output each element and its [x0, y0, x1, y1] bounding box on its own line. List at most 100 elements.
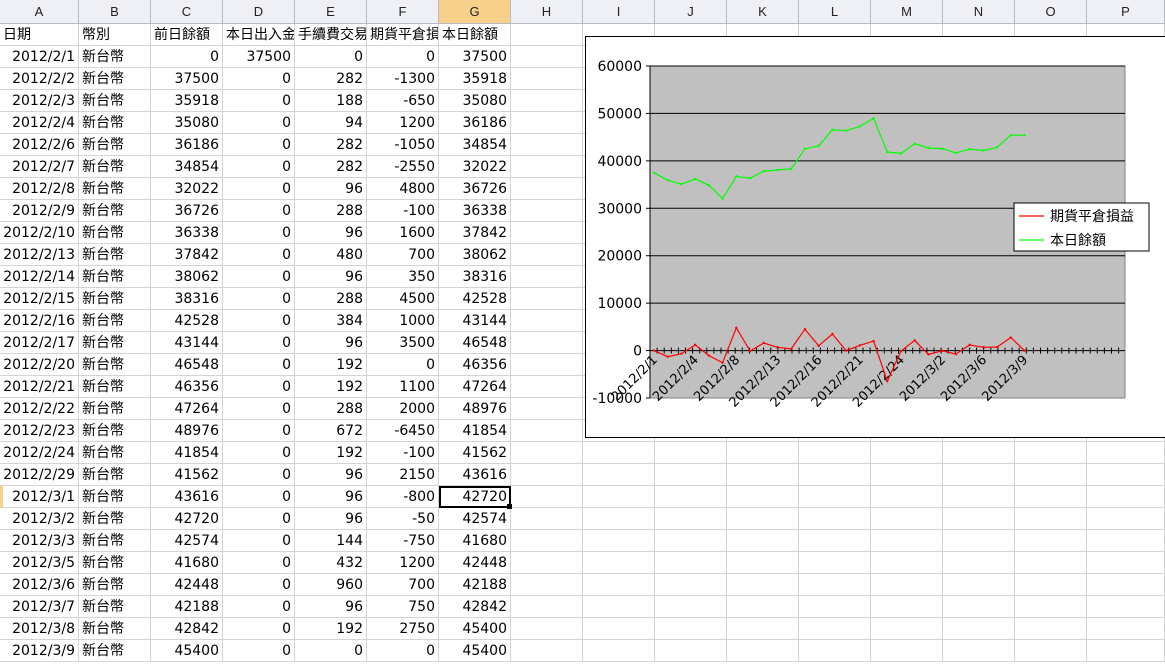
- date-cell[interactable]: 2012/2/17: [0, 332, 79, 354]
- column-header-b[interactable]: B: [79, 0, 151, 24]
- value-cell[interactable]: 0: [223, 530, 295, 552]
- empty-cell[interactable]: [727, 530, 799, 552]
- value-cell[interactable]: 1600: [367, 222, 439, 244]
- currency-cell[interactable]: 新台幣: [79, 398, 151, 420]
- currency-cell[interactable]: 新台幣: [79, 332, 151, 354]
- value-cell[interactable]: 0: [223, 354, 295, 376]
- currency-cell[interactable]: 新台幣: [79, 530, 151, 552]
- column-header-d[interactable]: D: [223, 0, 295, 24]
- currency-cell[interactable]: 新台幣: [79, 288, 151, 310]
- empty-cell[interactable]: [511, 596, 583, 618]
- value-cell[interactable]: 0: [223, 332, 295, 354]
- currency-cell[interactable]: 新台幣: [79, 266, 151, 288]
- value-cell[interactable]: 0: [223, 464, 295, 486]
- empty-cell[interactable]: [583, 486, 655, 508]
- date-cell[interactable]: 2012/2/1: [0, 46, 79, 68]
- value-cell[interactable]: 42448: [151, 574, 223, 596]
- date-cell[interactable]: 2012/2/16: [0, 310, 79, 332]
- value-cell[interactable]: 432: [295, 552, 367, 574]
- date-cell[interactable]: 2012/2/10: [0, 222, 79, 244]
- empty-cell[interactable]: [511, 288, 583, 310]
- currency-cell[interactable]: 新台幣: [79, 354, 151, 376]
- value-cell[interactable]: -1050: [367, 134, 439, 156]
- value-cell[interactable]: 36726: [439, 178, 511, 200]
- empty-cell[interactable]: [871, 596, 943, 618]
- empty-cell[interactable]: [1015, 596, 1087, 618]
- empty-cell[interactable]: [511, 310, 583, 332]
- empty-cell[interactable]: [511, 398, 583, 420]
- empty-cell[interactable]: [727, 596, 799, 618]
- value-cell[interactable]: 42188: [151, 596, 223, 618]
- value-cell[interactable]: 34854: [151, 156, 223, 178]
- currency-cell[interactable]: 新台幣: [79, 420, 151, 442]
- header-cell-c[interactable]: 前日餘額: [151, 24, 223, 46]
- empty-cell[interactable]: [943, 640, 1015, 662]
- empty-cell[interactable]: [943, 508, 1015, 530]
- column-header-k[interactable]: K: [727, 0, 799, 24]
- empty-cell[interactable]: [1015, 574, 1087, 596]
- value-cell[interactable]: 34854: [439, 134, 511, 156]
- currency-cell[interactable]: 新台幣: [79, 112, 151, 134]
- value-cell[interactable]: 384: [295, 310, 367, 332]
- value-cell[interactable]: 42574: [151, 530, 223, 552]
- empty-cell[interactable]: [1015, 618, 1087, 640]
- empty-cell[interactable]: [1087, 442, 1165, 464]
- empty-cell[interactable]: [871, 574, 943, 596]
- empty-cell[interactable]: [1015, 552, 1087, 574]
- date-cell[interactable]: 2012/3/5: [0, 552, 79, 574]
- value-cell[interactable]: 96: [295, 486, 367, 508]
- currency-cell[interactable]: 新台幣: [79, 134, 151, 156]
- empty-cell[interactable]: [583, 640, 655, 662]
- empty-cell[interactable]: [1087, 596, 1165, 618]
- empty-cell[interactable]: [1087, 464, 1165, 486]
- value-cell[interactable]: 96: [295, 464, 367, 486]
- empty-cell[interactable]: [1015, 640, 1087, 662]
- value-cell[interactable]: 32022: [439, 156, 511, 178]
- empty-cell[interactable]: [583, 530, 655, 552]
- empty-cell[interactable]: [655, 552, 727, 574]
- empty-cell[interactable]: [871, 530, 943, 552]
- empty-cell[interactable]: [583, 574, 655, 596]
- empty-cell[interactable]: [799, 508, 871, 530]
- empty-cell[interactable]: [583, 596, 655, 618]
- value-cell[interactable]: 2150: [367, 464, 439, 486]
- value-cell[interactable]: 41680: [151, 552, 223, 574]
- date-cell[interactable]: 2012/2/22: [0, 398, 79, 420]
- currency-cell[interactable]: 新台幣: [79, 552, 151, 574]
- empty-cell[interactable]: [655, 530, 727, 552]
- empty-cell[interactable]: [511, 134, 583, 156]
- value-cell[interactable]: 37842: [151, 244, 223, 266]
- empty-cell[interactable]: [511, 46, 583, 68]
- value-cell[interactable]: 0: [223, 376, 295, 398]
- currency-cell[interactable]: 新台幣: [79, 46, 151, 68]
- empty-cell[interactable]: [511, 332, 583, 354]
- value-cell[interactable]: 480: [295, 244, 367, 266]
- value-cell[interactable]: 0: [223, 156, 295, 178]
- empty-cell[interactable]: [943, 530, 1015, 552]
- value-cell[interactable]: 96: [295, 596, 367, 618]
- header-cell-e[interactable]: 手續費交易稅: [295, 24, 367, 46]
- value-cell[interactable]: 47264: [151, 398, 223, 420]
- empty-cell[interactable]: [871, 640, 943, 662]
- date-cell[interactable]: 2012/2/6: [0, 134, 79, 156]
- value-cell[interactable]: 0: [223, 574, 295, 596]
- value-cell[interactable]: 45400: [151, 640, 223, 662]
- value-cell[interactable]: 0: [223, 90, 295, 112]
- column-header-a[interactable]: A: [0, 0, 79, 24]
- value-cell[interactable]: 0: [223, 442, 295, 464]
- empty-cell[interactable]: [871, 618, 943, 640]
- value-cell[interactable]: 188: [295, 90, 367, 112]
- value-cell[interactable]: 96: [295, 332, 367, 354]
- empty-cell[interactable]: [1015, 508, 1087, 530]
- empty-cell[interactable]: [799, 574, 871, 596]
- currency-cell[interactable]: 新台幣: [79, 200, 151, 222]
- empty-cell[interactable]: [511, 618, 583, 640]
- value-cell[interactable]: 1200: [367, 112, 439, 134]
- value-cell[interactable]: 42842: [439, 596, 511, 618]
- date-cell[interactable]: 2012/2/14: [0, 266, 79, 288]
- empty-cell[interactable]: [655, 574, 727, 596]
- empty-cell[interactable]: [583, 442, 655, 464]
- value-cell[interactable]: 0: [223, 552, 295, 574]
- empty-cell[interactable]: [655, 486, 727, 508]
- value-cell[interactable]: 0: [223, 310, 295, 332]
